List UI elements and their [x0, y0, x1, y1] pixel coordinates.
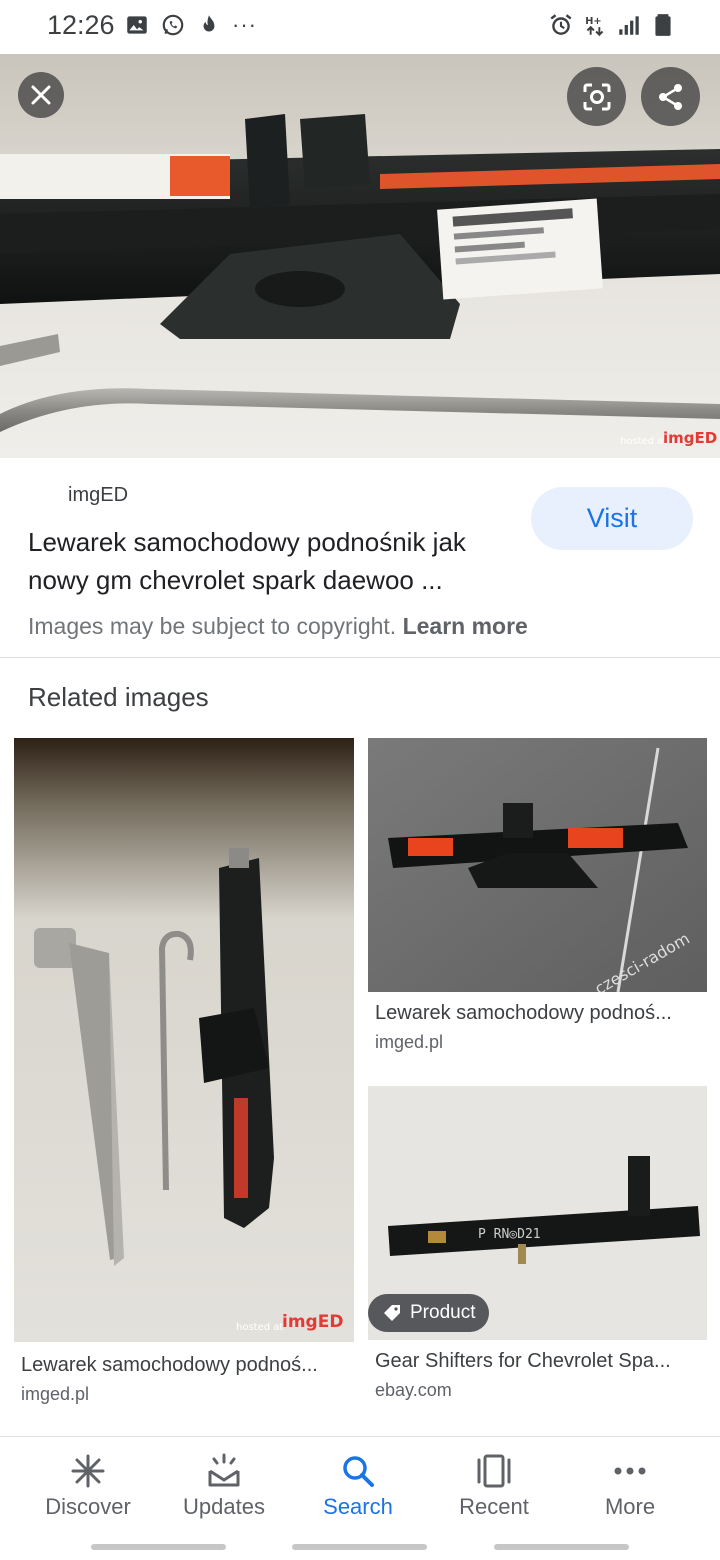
nav-search-label: Search — [323, 1494, 393, 1519]
nav-recent[interactable]: Recent — [422, 1437, 566, 1535]
nav-discover[interactable]: Discover — [16, 1437, 160, 1535]
whatsapp-icon — [162, 14, 184, 36]
watermark-text: imgED — [663, 429, 718, 447]
battery-icon — [655, 14, 671, 36]
nav-updates[interactable]: Updates — [152, 1437, 296, 1535]
notification-icons: ··· — [124, 12, 257, 38]
nav-updates-label: Updates — [183, 1494, 265, 1519]
status-bar: 12:26 ··· H+ — [0, 0, 720, 54]
divider — [0, 657, 720, 658]
tag-icon — [384, 1305, 400, 1321]
nav-discover-label: Discover — [45, 1494, 131, 1519]
product-badge: Product — [368, 1294, 490, 1332]
related-title-1[interactable]: Lewarek samochodowy podnoś... — [21, 1354, 351, 1377]
nav-more[interactable]: More — [558, 1437, 702, 1535]
nav-more-label: More — [604, 1494, 656, 1519]
related-title-3[interactable]: Gear Shifters for Chevrolet Spa... — [375, 1350, 700, 1373]
gesture-handle-center[interactable] — [292, 1544, 427, 1550]
svg-text:hosted at: hosted at — [236, 1322, 283, 1333]
svg-text:P RN◎D21: P RN◎D21 — [478, 1227, 541, 1242]
watermark-text: imgED — [282, 1312, 344, 1332]
status-time: 12:26 — [47, 10, 115, 40]
image-icon — [127, 16, 147, 34]
related-domain-2: imged.pl — [375, 1032, 444, 1052]
lens-button[interactable] — [567, 67, 626, 126]
result-title[interactable]: Lewarek samochodowy podnośnik jak nowy g… — [28, 523, 518, 599]
lens-icon — [583, 83, 610, 110]
visit-button[interactable]: Visit — [531, 487, 693, 550]
system-icons: H+ — [548, 12, 676, 38]
share-icon — [658, 83, 682, 110]
svg-text:hosted at: hosted at — [620, 436, 667, 447]
related-title-2[interactable]: Lewarek samochodowy podnoś... — [375, 1002, 700, 1025]
svg-text:H+: H+ — [585, 16, 601, 27]
related-image-1[interactable]: hosted at imgED — [14, 738, 354, 1342]
more-notifications-icon: ··· — [232, 12, 257, 37]
copyright-notice: Images may be subject to copyright. Lear… — [28, 613, 528, 640]
learn-more-link[interactable]: Learn more — [403, 613, 528, 639]
related-domain-1: imged.pl — [21, 1384, 90, 1404]
bottom-navigation: Discover Updates Search Recent More — [0, 1436, 720, 1534]
recent-icon — [477, 1454, 511, 1488]
product-badge-label: Product — [410, 1302, 476, 1323]
source-name: imgED — [68, 484, 129, 506]
related-domain-3: ebay.com — [375, 1380, 452, 1400]
gesture-handle-right[interactable] — [494, 1544, 629, 1550]
nav-recent-label: Recent — [459, 1494, 529, 1519]
gesture-handle-left[interactable] — [91, 1544, 226, 1550]
related-images-heading: Related images — [28, 682, 209, 712]
alarm-icon — [550, 14, 572, 35]
asterisk-icon — [71, 1454, 105, 1488]
close-button[interactable] — [18, 72, 64, 118]
signal-icon — [619, 16, 639, 35]
nav-search[interactable]: Search — [286, 1437, 430, 1535]
related-image-2[interactable]: czesci-radom — [368, 738, 707, 992]
network-icon: H+ — [585, 16, 604, 37]
more-icon — [614, 1467, 646, 1475]
search-icon — [343, 1456, 374, 1487]
updates-icon — [208, 1453, 240, 1487]
fire-icon — [203, 15, 215, 32]
share-button[interactable] — [641, 67, 700, 126]
close-icon — [31, 85, 51, 105]
copyright-text: Images may be subject to copyright. — [28, 613, 397, 639]
